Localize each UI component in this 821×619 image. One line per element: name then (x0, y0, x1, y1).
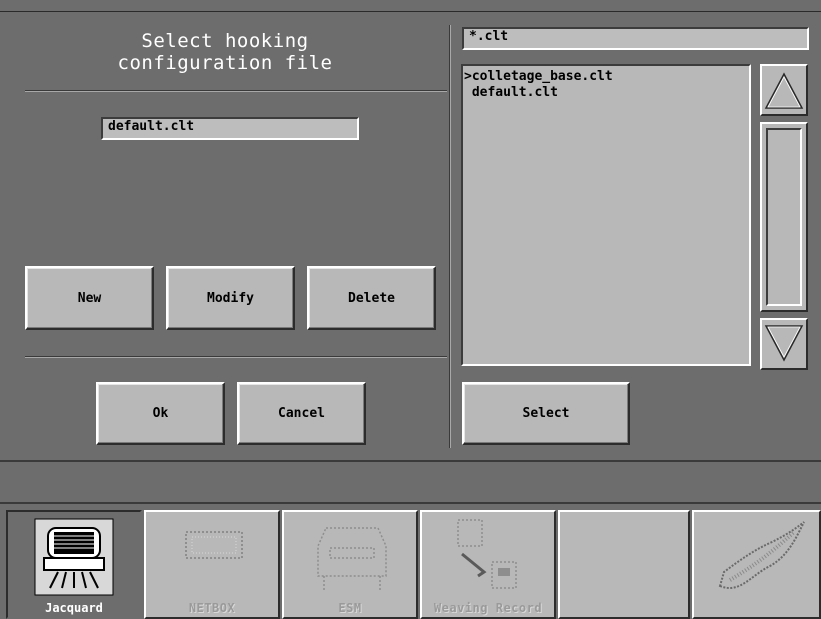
status-bar (0, 460, 821, 504)
taskbar: Jacquard NETBOX ESM Weaving Record (0, 506, 821, 619)
filter-field[interactable]: *.clt (462, 27, 809, 50)
scrollbar-track[interactable] (760, 122, 808, 312)
scroll-up-button[interactable] (760, 64, 808, 116)
new-button[interactable]: New (25, 266, 154, 330)
file-list[interactable]: >colletage_base.clt default.clt (461, 64, 751, 366)
delete-button[interactable]: Delete (307, 266, 436, 330)
vertical-divider (449, 25, 451, 448)
dialog-title: Select hooking configuration file (117, 30, 333, 74)
tab-label: NETBOX (188, 601, 236, 615)
top-border (0, 0, 821, 12)
tab-label: ESM (338, 601, 362, 615)
scrollbar-thumb[interactable] (766, 128, 802, 306)
modify-button[interactable]: Modify (166, 266, 295, 330)
tab-jacquard[interactable]: Jacquard (6, 510, 142, 619)
cancel-button[interactable]: Cancel (237, 382, 366, 445)
list-item[interactable]: >colletage_base.clt (464, 69, 749, 85)
netbox-icon (182, 526, 246, 566)
tab-netbox[interactable]: NETBOX (144, 510, 280, 619)
tab-weaving-record[interactable]: Weaving Record (420, 510, 556, 619)
esm-icon (310, 520, 394, 592)
weaving-record-icon (444, 516, 528, 596)
list-item[interactable]: default.clt (464, 85, 749, 101)
tab-esm[interactable]: ESM (282, 510, 418, 619)
select-button[interactable]: Select (462, 382, 630, 445)
ok-button[interactable]: Ok (96, 382, 225, 445)
scroll-down-button[interactable] (760, 318, 808, 370)
filename-field[interactable]: default.clt (101, 117, 359, 140)
tab-empty[interactable] (558, 510, 690, 619)
triangle-up-icon (764, 72, 804, 109)
tab-label: Weaving Record (433, 601, 543, 615)
tab-shuttle[interactable] (692, 510, 821, 619)
title-divider (25, 90, 447, 92)
shuttle-icon (710, 516, 810, 596)
triangle-down-icon (764, 325, 804, 362)
tab-label: Jacquard (45, 601, 103, 615)
jacquard-machine-icon (34, 518, 114, 596)
buttons-divider (25, 356, 447, 358)
app-screen: Select hooking configuration file defaul… (0, 0, 821, 619)
